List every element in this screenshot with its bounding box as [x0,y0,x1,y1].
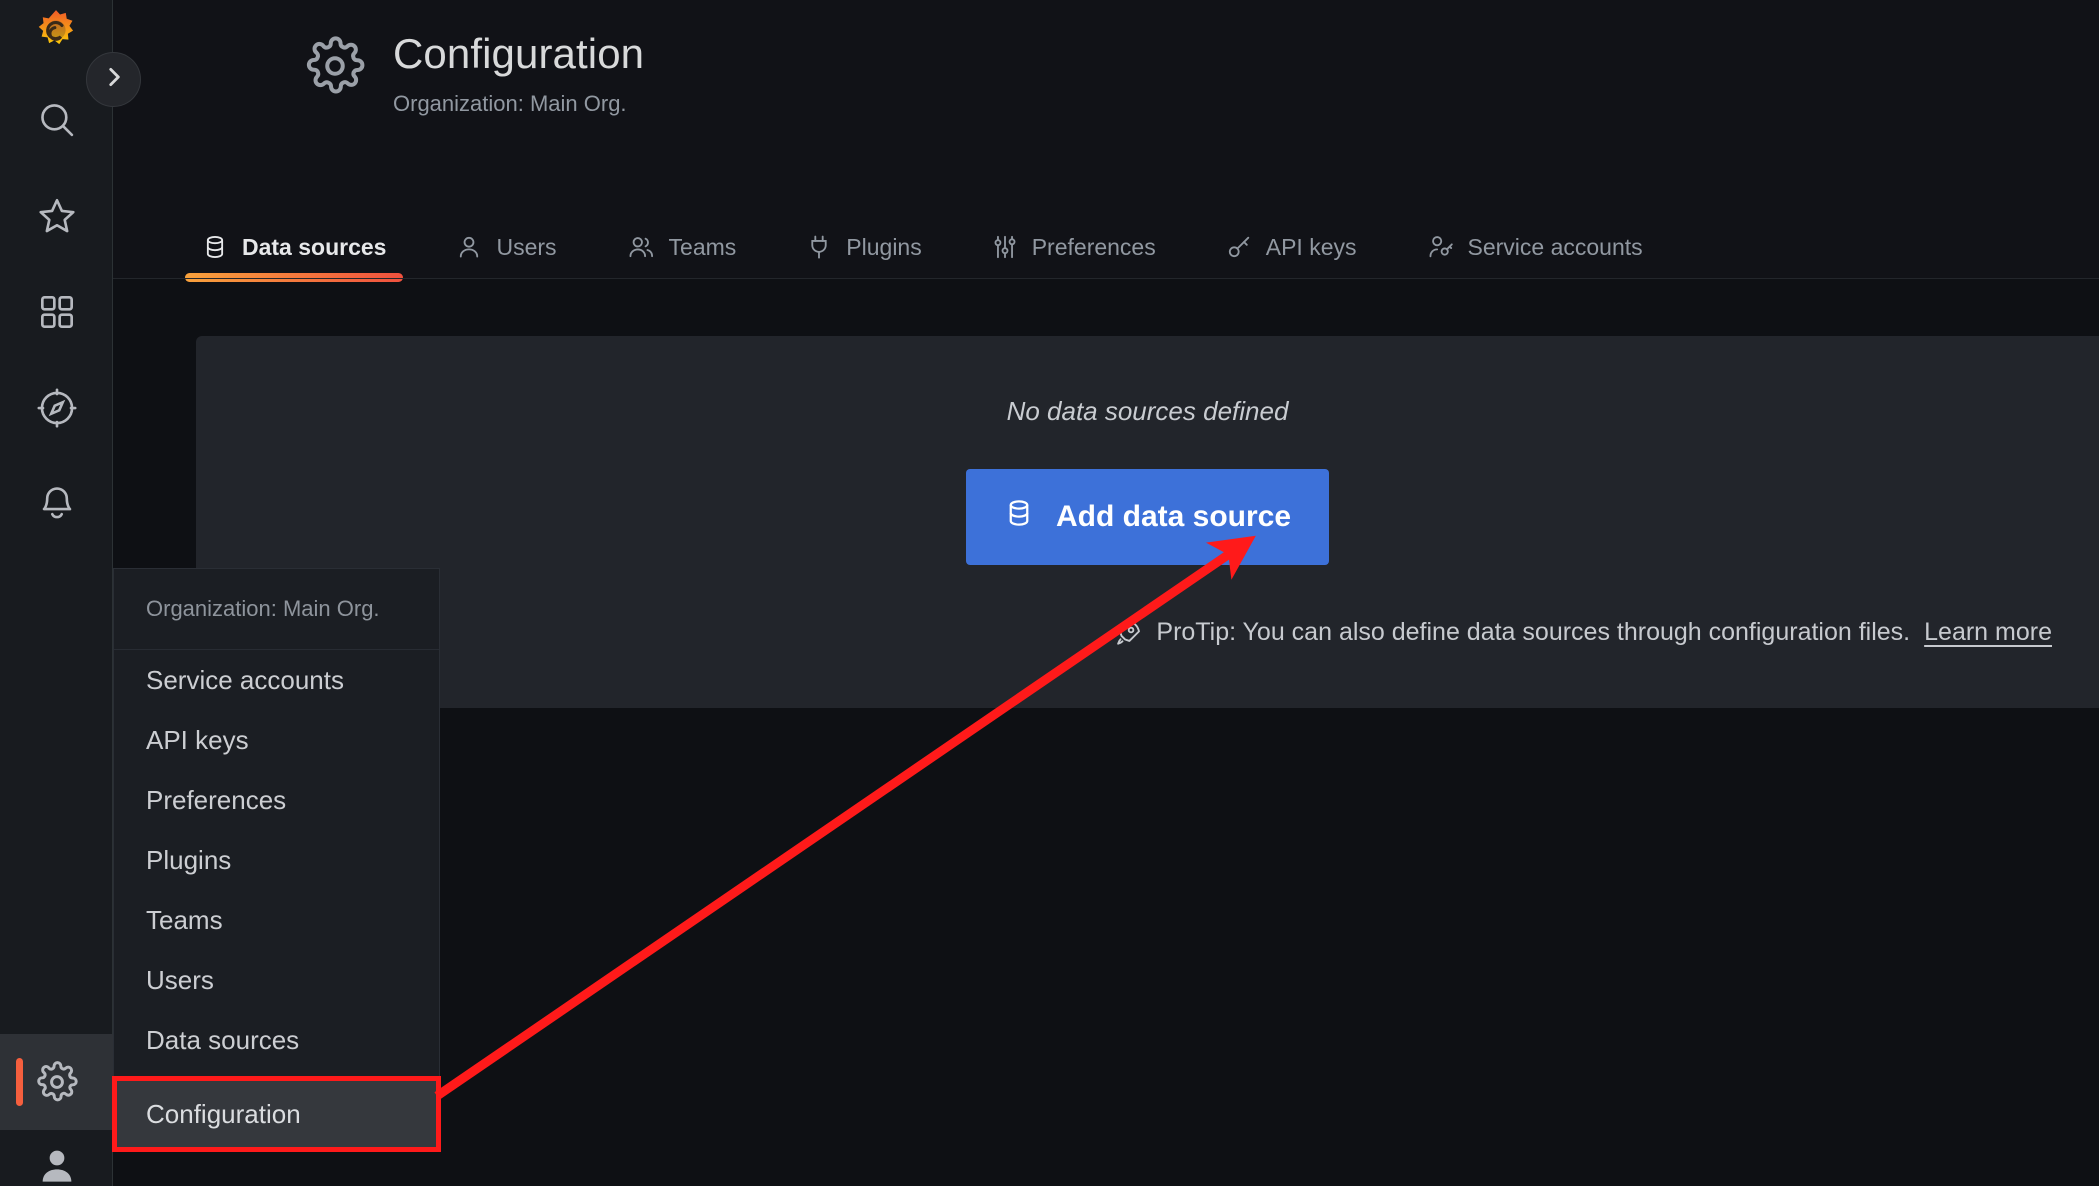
page-title: Configuration [393,30,645,77]
tab-label: Teams [668,233,737,260]
learn-more-link[interactable]: Learn more [1924,618,2052,647]
add-data-source-button[interactable]: Add data source [965,469,1330,565]
page-subtitle: Organization: Main Org. [393,91,627,117]
tab-bar: Data sources Users Teams Plugins Prefere… [113,215,2099,282]
star-icon [36,195,78,237]
tab-label: Plugins [846,233,922,260]
menu-item-users[interactable]: Users [114,950,439,1010]
menu-item-label: Plugins [146,844,232,875]
rocket-icon [1114,619,1142,647]
tab-data-sources[interactable]: Data sources [178,215,410,282]
key-icon [1226,234,1252,260]
data-sources-panel: No data sources defined Add data source [196,336,2099,708]
menu-item-label: Users [146,964,214,995]
menu-item-service-accounts[interactable]: Service accounts [114,650,439,710]
users-icon [627,234,655,260]
menu-item-data-sources[interactable]: Data sources [114,1010,439,1070]
dropdown-header: Organization: Main Org. [114,569,439,650]
tab-users[interactable]: Users [432,215,580,279]
sliders-icon [992,234,1018,260]
tab-teams[interactable]: Teams [603,215,761,279]
protip-text: ProTip: You can also define data sources… [1156,618,1911,646]
database-icon [202,234,228,260]
menu-item-plugins[interactable]: Plugins [114,830,439,890]
menu-item-api-keys[interactable]: API keys [114,710,439,770]
menu-item-configuration[interactable]: Configuration [112,1076,441,1152]
grafana-logo-icon[interactable] [28,4,84,60]
sidebar-item-dashboards[interactable] [0,264,113,360]
search-icon [36,99,78,141]
empty-state-message: No data sources defined [1006,396,1289,426]
sidebar-item-user-profile[interactable] [0,1130,113,1186]
menu-item-label: Data sources [146,1024,300,1055]
explore-icon [36,387,78,429]
tab-bar-divider [113,278,2099,279]
menu-item-label: API keys [146,724,249,755]
tab-label: API keys [1265,233,1357,260]
rail-icon-list [0,72,113,552]
user-avatar-icon [36,1130,78,1186]
add-data-source-label: Add data source [1055,500,1292,533]
database-icon [1004,498,1034,536]
plug-icon [806,234,832,260]
left-nav-rail [0,0,113,1186]
tab-label: Users [496,233,557,260]
user-icon [456,234,482,260]
page-header: Configuration Organization: Main Org. [113,0,2099,215]
alerting-bell-icon [36,483,78,525]
menu-item-label: Service accounts [146,664,344,695]
tab-plugins[interactable]: Plugins [782,215,945,279]
chevron-right-icon [101,64,127,95]
tab-label: Preferences [1031,233,1156,260]
menu-item-label: Configuration [146,1098,301,1129]
sidebar-item-starred[interactable] [0,168,113,264]
dashboards-icon [37,292,77,332]
tab-label: Data sources [242,233,387,260]
tab-service-accounts[interactable]: Service accounts [1403,215,1667,279]
gear-icon [305,36,365,101]
menu-item-preferences[interactable]: Preferences [114,770,439,830]
tab-api-keys[interactable]: API keys [1202,215,1381,279]
user-key-icon [1427,234,1454,260]
gear-icon [36,1061,78,1103]
sidebar-item-alerting[interactable] [0,456,113,552]
menu-item-label: Preferences [146,784,287,815]
menu-item-teams[interactable]: Teams [114,890,439,950]
grafana-configuration-page: Configuration Organization: Main Org. Da… [0,0,2099,1186]
sidebar-item-explore[interactable] [0,360,113,456]
menu-item-label: Teams [146,904,223,935]
configuration-dropdown-menu: Organization: Main Org. Service accounts… [112,568,441,1152]
tab-preferences[interactable]: Preferences [968,215,1180,279]
sidebar-item-configuration[interactable] [0,1034,113,1130]
rail-bottom-list [0,1034,113,1186]
expand-nav-button[interactable] [86,52,141,107]
tab-label: Service accounts [1467,233,1643,260]
